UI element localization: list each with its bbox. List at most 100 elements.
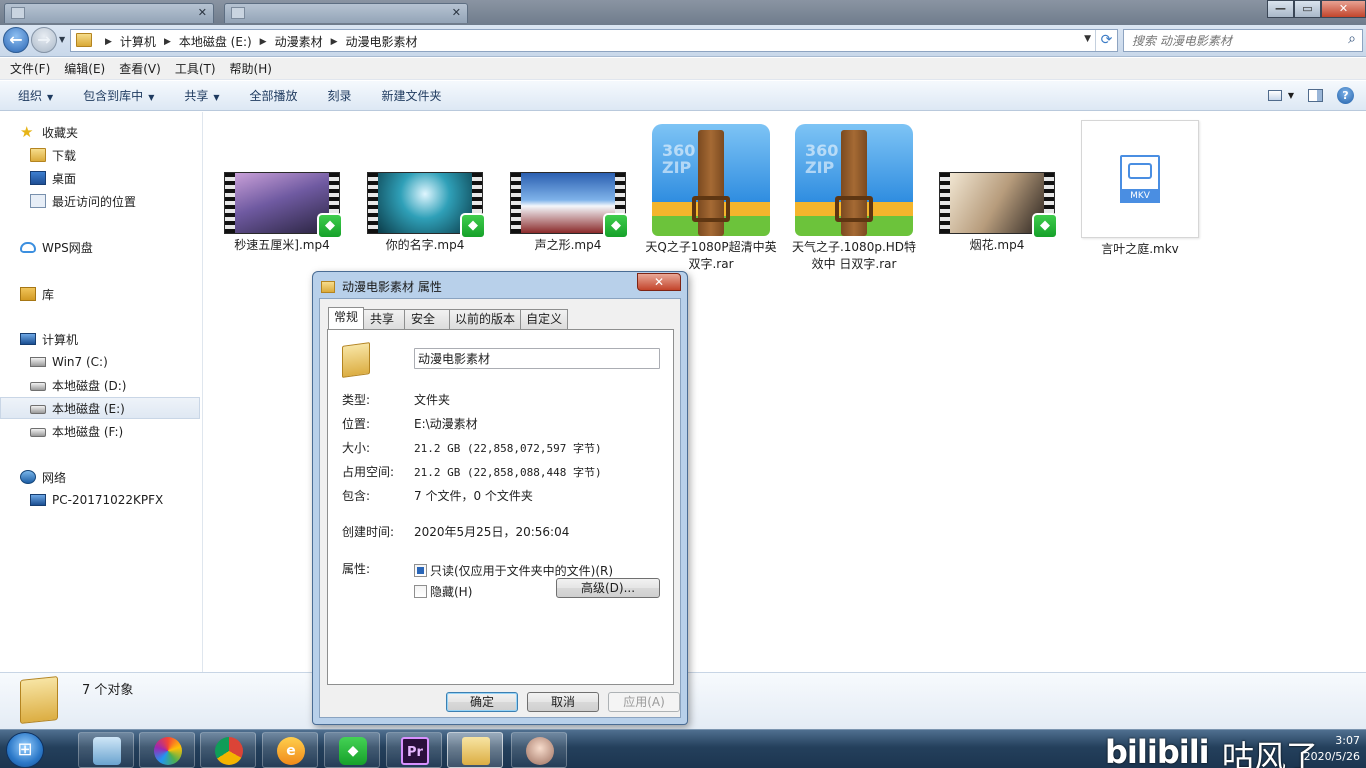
- refresh-button[interactable]: ⟳: [1095, 30, 1117, 51]
- menu-file[interactable]: 文件(F): [10, 60, 50, 77]
- advanced-button[interactable]: 高级(D)...: [556, 578, 660, 598]
- taskbar-item[interactable]: e: [262, 732, 318, 768]
- menu-edit[interactable]: 编辑(E): [64, 60, 105, 77]
- recent-pages-dropdown-icon[interactable]: ▼: [59, 35, 65, 44]
- preview-pane-icon[interactable]: [1308, 89, 1323, 102]
- ok-button[interactable]: 确定: [446, 692, 518, 712]
- search-input[interactable]: [1132, 32, 1337, 49]
- breadcrumb-item[interactable]: 动漫电影素材: [346, 33, 418, 50]
- search-icon[interactable]: ⌕: [1348, 31, 1356, 47]
- start-button[interactable]: ⊞: [6, 732, 44, 768]
- file-item[interactable]: 360 ZIP 天Q之子1080P超清中英双字.rar: [643, 124, 779, 273]
- back-button[interactable]: ←: [3, 27, 29, 53]
- nav-network[interactable]: 网络: [0, 466, 200, 488]
- tab-customize[interactable]: 自定义: [520, 309, 569, 329]
- nav-recent[interactable]: 最近访问的位置: [0, 190, 200, 212]
- tab-previous-versions[interactable]: 以前的版本: [449, 309, 522, 329]
- maximize-button[interactable]: ▭: [1294, 0, 1321, 18]
- show-desktop-icon: [93, 737, 121, 765]
- file-item[interactable]: ◆ 你的名字.mp4: [357, 172, 493, 254]
- help-icon[interactable]: ?: [1337, 87, 1354, 104]
- menu-help[interactable]: 帮助(H): [230, 60, 272, 77]
- taskbar-item[interactable]: [200, 732, 256, 768]
- breadcrumb-separator-icon[interactable]: ▶: [105, 37, 112, 47]
- organize-button[interactable]: 组织 ▼: [18, 87, 53, 104]
- share-button[interactable]: 共享 ▼: [184, 87, 219, 104]
- breadcrumb-separator-icon[interactable]: ▶: [260, 37, 267, 47]
- chevron-down-icon: ▼: [213, 93, 220, 102]
- bilibili-watermark: bilibili: [1105, 733, 1210, 768]
- breadcrumb-item[interactable]: 动漫素材: [275, 33, 323, 50]
- include-in-library-label: 包含到库中: [83, 89, 144, 103]
- nav-favorites[interactable]: ★ 收藏夹: [0, 121, 200, 143]
- folder-name-field[interactable]: [414, 348, 660, 369]
- breadcrumb-item[interactable]: 本地磁盘 (E:): [179, 33, 252, 50]
- apply-button[interactable]: 应用(A): [608, 692, 680, 712]
- checkbox-checked-icon[interactable]: [414, 564, 427, 577]
- burn-button[interactable]: 刻录: [328, 87, 352, 104]
- mkv-tag: MKV: [1120, 189, 1160, 203]
- close-icon[interactable]: ✕: [198, 6, 207, 19]
- taskbar-item-explorer[interactable]: [447, 732, 503, 768]
- nav-wps-cloud[interactable]: WPS网盘: [0, 236, 200, 258]
- taskbar-item[interactable]: ◆: [324, 732, 380, 768]
- tab-security[interactable]: 安全: [404, 309, 451, 329]
- nav-drive-e[interactable]: 本地磁盘 (E:): [0, 397, 200, 419]
- breadcrumb-separator-icon[interactable]: ▶: [164, 37, 171, 47]
- video-player-icon: ◆: [317, 213, 343, 239]
- view-dropdown-icon[interactable]: ▼: [1288, 91, 1294, 100]
- nav-computer[interactable]: 计算机: [0, 328, 200, 350]
- tab-general[interactable]: 常规: [328, 307, 365, 329]
- menu-view[interactable]: 查看(V): [119, 60, 161, 77]
- nav-drive-c[interactable]: Win7 (C:): [0, 351, 200, 373]
- change-view-icon[interactable]: [1267, 90, 1282, 101]
- breadcrumb-item[interactable]: 计算机: [120, 33, 156, 50]
- tab-sharing[interactable]: 共享: [363, 309, 406, 329]
- play-all-button[interactable]: 全部播放: [250, 87, 298, 104]
- background-window-tab[interactable]: ✕: [4, 3, 214, 23]
- item-count: 7 个对象: [82, 683, 134, 698]
- taskbar-item[interactable]: [511, 732, 567, 768]
- archive-icon: 360 ZIP: [795, 124, 913, 236]
- nav-label: 本地磁盘 (D:): [52, 378, 127, 393]
- breadcrumb-separator-icon[interactable]: ▶: [331, 37, 338, 47]
- breadcrumb[interactable]: ▶ 计算机 ▶ 本地磁盘 (E:) ▶ 动漫素材 ▶ 动漫电影素材 ▼ ⟳: [70, 29, 1118, 52]
- menu-tools[interactable]: 工具(T): [175, 60, 216, 77]
- hidden-checkbox[interactable]: 隐藏(H): [414, 583, 472, 600]
- taskbar-item[interactable]: [78, 732, 134, 768]
- file-item[interactable]: ◆ 烟花.mp4: [929, 172, 1065, 254]
- search-box[interactable]: ⌕: [1123, 29, 1363, 52]
- background-window-tab[interactable]: ✕: [224, 3, 468, 23]
- close-icon[interactable]: ✕: [452, 6, 461, 19]
- include-in-library-button[interactable]: 包含到库中 ▼: [83, 87, 154, 104]
- file-item[interactable]: ◆ 秒速五厘米].mp4: [214, 172, 350, 254]
- taskbar-item[interactable]: [139, 732, 195, 768]
- minimize-button[interactable]: —: [1267, 0, 1294, 18]
- file-item[interactable]: MKV 言叶之庭.mkv: [1072, 120, 1208, 258]
- new-folder-button[interactable]: 新建文件夹: [382, 87, 442, 104]
- dialog-close-button[interactable]: ✕: [637, 273, 681, 291]
- nav-desktop[interactable]: 桌面: [0, 167, 200, 189]
- address-dropdown-icon[interactable]: ▼: [1084, 34, 1091, 44]
- nav-label: 网络: [42, 470, 67, 485]
- nav-drive-f[interactable]: 本地磁盘 (F:): [0, 420, 200, 442]
- forward-button[interactable]: →: [31, 27, 57, 53]
- nav-label: 本地磁盘 (E:): [52, 401, 125, 416]
- nav-downloads[interactable]: 下载: [0, 144, 200, 166]
- nav-libraries[interactable]: 库: [0, 283, 200, 305]
- size-label: 大小:: [342, 441, 371, 455]
- nav-label: WPS网盘: [42, 240, 93, 255]
- clock-date: 2020/5/26: [1303, 750, 1360, 763]
- nav-drive-d[interactable]: 本地磁盘 (D:): [0, 374, 200, 396]
- system-clock[interactable]: 3:07 2020/5/26: [1304, 733, 1360, 765]
- taskbar-item[interactable]: Pr: [386, 732, 442, 768]
- file-item[interactable]: ◆ 声之形.mp4: [500, 172, 636, 254]
- nav-host[interactable]: PC-20171022KPFX: [0, 489, 200, 511]
- close-button[interactable]: ✕: [1321, 0, 1366, 18]
- file-item[interactable]: 360 ZIP 天气之子.1080p.HD特效中 日双字.rar: [786, 124, 922, 273]
- readonly-checkbox[interactable]: 只读(仅应用于文件夹中的文件)(R): [414, 562, 613, 579]
- properties-dialog: 动漫电影素材 属性 ✕ 常规 共享 安全 以前的版本 自定义 类型: 文件夹 位…: [312, 271, 688, 725]
- checkbox-icon[interactable]: [414, 585, 427, 598]
- cancel-button[interactable]: 取消: [527, 692, 599, 712]
- folder-icon: [76, 33, 92, 47]
